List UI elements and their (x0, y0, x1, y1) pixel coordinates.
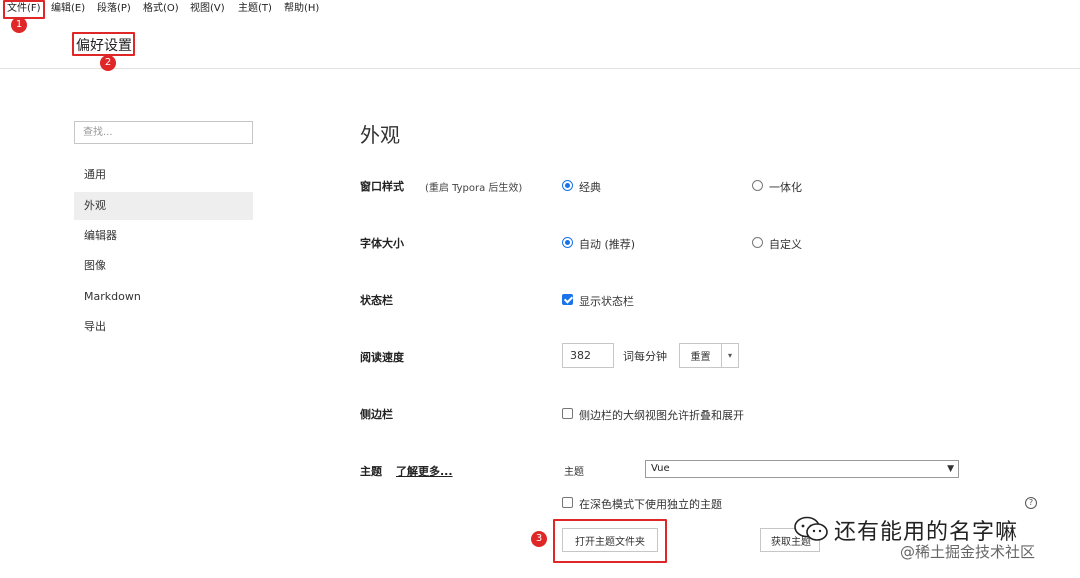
theme-row-label: 主题 (360, 465, 382, 478)
sidebar-item-editor[interactable]: 编辑器 (74, 222, 253, 250)
preferences-header (0, 20, 1080, 69)
status-bar-label: 状态栏 (360, 294, 393, 307)
help-icon[interactable]: ? (1025, 497, 1037, 509)
section-title: 外观 (360, 123, 400, 147)
annotation-badge-3: 3 (531, 531, 547, 547)
reading-speed-label: 阅读速度 (360, 351, 404, 364)
menubar: 文件(F) 编辑(E) 段落(P) 格式(O) 视图(V) 主题(T) 帮助(H… (0, 0, 1080, 20)
window-classic-label: 经典 (579, 181, 601, 194)
settings-search-input[interactable] (74, 121, 253, 144)
menu-help[interactable]: 帮助(H) (284, 2, 319, 16)
sidebar-item-general[interactable]: 通用 (74, 161, 253, 189)
wechat-logo-icon (794, 516, 828, 541)
font-custom-label: 自定义 (769, 238, 802, 251)
sidebar-item-markdown[interactable]: Markdown (74, 283, 253, 311)
font-auto-label: 自动 (推荐) (579, 238, 636, 251)
window-unified-label: 一体化 (769, 181, 802, 194)
reading-speed-unit: 词每分钟 (623, 350, 667, 363)
show-status-bar-label: 显示状态栏 (579, 295, 634, 308)
outline-collapse-label: 侧边栏的大纲视图允许折叠和展开 (579, 409, 744, 422)
menu-edit[interactable]: 编辑(E) (51, 2, 85, 16)
sidebar-item-export[interactable]: 导出 (74, 313, 253, 341)
checkbox-show-status-bar[interactable] (562, 294, 573, 305)
annotation-badge-2: 2 (100, 55, 116, 71)
annotation-box-open-folder (553, 519, 667, 563)
annotation-box-file-menu (3, 0, 45, 19)
theme-select[interactable]: Vue ▼ (645, 460, 959, 478)
menu-theme[interactable]: 主题(T) (238, 2, 272, 16)
radio-font-custom[interactable] (752, 237, 763, 248)
reading-speed-input[interactable] (562, 343, 614, 368)
window-style-label: 窗口样式 (360, 180, 404, 193)
annotation-box-preferences (72, 32, 135, 56)
radio-window-unified[interactable] (752, 180, 763, 191)
menu-paragraph[interactable]: 段落(P) (97, 2, 131, 16)
menu-format[interactable]: 格式(O) (143, 2, 179, 16)
radio-window-classic[interactable] (562, 180, 573, 191)
font-size-label: 字体大小 (360, 237, 404, 250)
checkbox-outline-collapse[interactable] (562, 408, 573, 419)
dark-mode-theme-label: 在深色模式下使用独立的主题 (579, 498, 722, 511)
radio-font-auto[interactable] (562, 237, 573, 248)
window-style-note: (重启 Typora 后生效) (425, 183, 523, 194)
sidebar-item-appearance[interactable]: 外观 (74, 192, 253, 220)
reset-button[interactable]: 重置 (679, 343, 722, 368)
reset-dropdown-button[interactable]: ▾ (721, 343, 739, 368)
sidebar-setting-label: 侧边栏 (360, 408, 393, 421)
sidebar-item-image[interactable]: 图像 (74, 252, 253, 280)
theme-select-value: Vue (651, 463, 670, 474)
watermark-subtext: @稀土掘金技术社区 (900, 543, 1036, 561)
learn-more-link[interactable]: 了解更多... (396, 463, 453, 479)
theme-select-label: 主题 (564, 467, 584, 478)
checkbox-dark-mode-theme[interactable] (562, 497, 573, 508)
chevron-down-icon: ▼ (947, 464, 954, 474)
menu-view[interactable]: 视图(V) (190, 2, 225, 16)
